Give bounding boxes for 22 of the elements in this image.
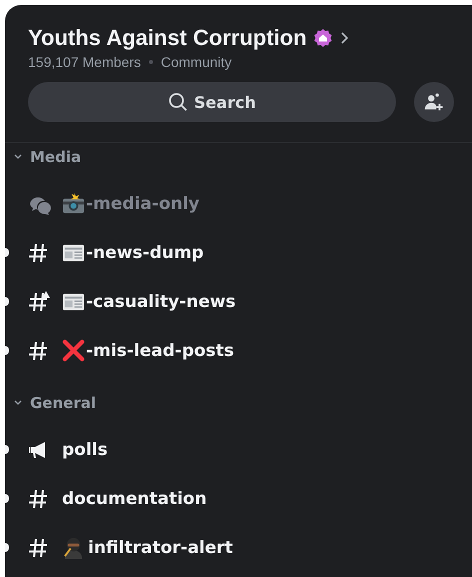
channel-name[interactable]: -casuality-news	[86, 292, 236, 312]
channel-name[interactable]: infiltrator-alert	[88, 538, 233, 558]
search-icon	[168, 92, 188, 112]
masked-figure-icon	[62, 536, 85, 559]
server-name[interactable]: Youths Against Corruption	[28, 25, 307, 51]
channel-name[interactable]: -mis-lead-posts	[86, 340, 234, 360]
camera-icon	[62, 192, 85, 215]
add-person-icon	[423, 91, 445, 113]
channel-name[interactable]: documentation	[62, 488, 207, 508]
server-type: Community	[160, 54, 232, 70]
member-count: 159,107 Members	[28, 54, 141, 70]
category-name[interactable]: Media	[30, 148, 82, 166]
search-field[interactable]: Search	[28, 82, 396, 122]
invite-button[interactable]	[414, 82, 454, 122]
channel-name[interactable]: -media-only	[86, 194, 200, 214]
boost-badge-icon	[312, 28, 333, 48]
cross-mark-icon	[62, 339, 85, 362]
channel-name[interactable]: -news-dump	[86, 242, 204, 262]
chevron-right-icon[interactable]	[338, 31, 349, 45]
channel-name[interactable]: polls	[62, 440, 108, 460]
hash-warning-icon	[27, 290, 51, 314]
category-name[interactable]: General	[30, 394, 96, 412]
